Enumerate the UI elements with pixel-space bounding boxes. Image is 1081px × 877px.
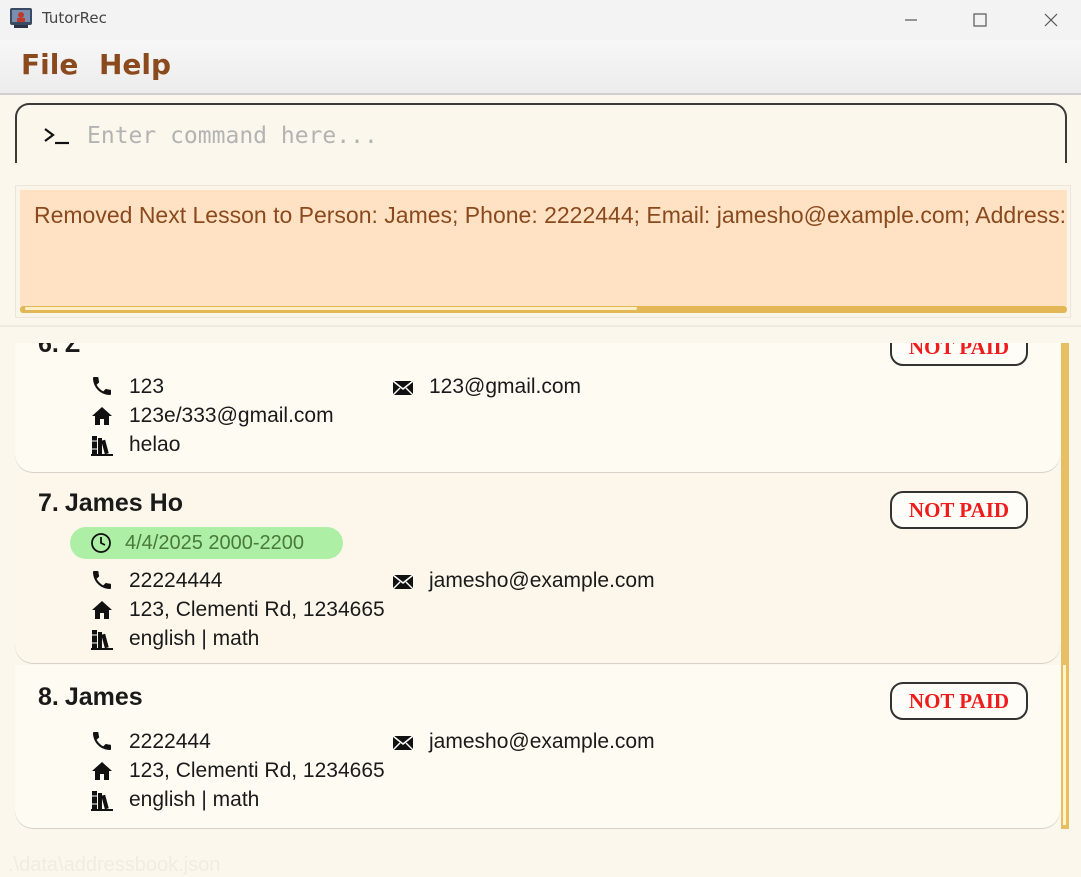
- person-phone: 22224444: [129, 569, 223, 592]
- person-subjects: english | math: [129, 788, 260, 811]
- command-box: [15, 103, 1067, 163]
- menu-help[interactable]: Help: [99, 48, 171, 81]
- books-icon: [91, 436, 113, 456]
- person-list: 6. Z NOT PAID 123 123@gmail.com 123e/333@…: [0, 343, 1081, 838]
- title-bar: TutorRec: [0, 0, 1081, 40]
- app-logo-icon: [10, 8, 32, 28]
- person-name: 7. James Ho: [38, 489, 183, 518]
- person-email: 123@gmail.com: [429, 375, 582, 398]
- person-address: 123e/333@gmail.com: [129, 404, 334, 427]
- person-email: jamesho@example.com: [429, 569, 655, 592]
- person-card[interactable]: 6. Z NOT PAID 123 123@gmail.com 123e/333@…: [15, 343, 1060, 472]
- person-index: 6.: [38, 343, 59, 358]
- next-lesson-text: 4/4/2025 2000-2200: [125, 532, 305, 554]
- person-name-text: Z: [64, 343, 81, 358]
- maximize-button[interactable]: [957, 6, 1003, 34]
- next-lesson-tag: 4/4/2025 2000-2200: [70, 527, 343, 559]
- person-index: 8.: [38, 683, 59, 711]
- email-icon: [392, 380, 414, 396]
- person-address: 123, Clementi Rd, 1234665: [129, 759, 385, 782]
- phone-icon: [93, 571, 111, 589]
- result-display[interactable]: Removed Next Lesson to Person: James; Ph…: [20, 190, 1067, 306]
- person-list-scrollbar-thumb[interactable]: [1063, 665, 1066, 825]
- person-index: 7.: [38, 489, 59, 517]
- close-icon: [1044, 13, 1058, 27]
- terminal-prompt-icon: [44, 128, 69, 145]
- person-list-scrollbar[interactable]: [1061, 343, 1069, 829]
- phone-icon: [93, 732, 111, 750]
- result-horizontal-scrollbar[interactable]: [20, 306, 1067, 313]
- clock-icon: [91, 533, 111, 553]
- payment-status-badge: NOT PAID: [890, 491, 1028, 529]
- result-message: Removed Next Lesson to Person: James; Ph…: [34, 202, 1067, 228]
- data-file-path: .\data\addressbook.json: [8, 854, 221, 876]
- command-area: [0, 95, 1081, 175]
- phone-icon: [93, 377, 111, 395]
- maximize-icon: [973, 13, 987, 27]
- person-name: 8. James: [38, 683, 143, 712]
- minimize-button[interactable]: [888, 6, 934, 34]
- home-icon: [92, 407, 112, 425]
- payment-status-badge: NOT PAID: [890, 682, 1028, 720]
- status-bar: .\data\addressbook.json: [0, 838, 1081, 877]
- menu-file[interactable]: File: [21, 48, 78, 81]
- person-email: jamesho@example.com: [429, 730, 655, 753]
- person-address: 123, Clementi Rd, 1234665: [129, 598, 385, 621]
- menu-bar: File Help: [0, 40, 1081, 95]
- person-name-text: James Ho: [64, 489, 183, 517]
- person-name: 6. Z: [38, 343, 80, 359]
- app-window: TutorRec File Help Enter command here...…: [0, 0, 1081, 877]
- person-card[interactable]: 7. James Ho NOT PAID 4/4/2025 2000-2200 2…: [15, 473, 1060, 663]
- command-input[interactable]: [85, 115, 1049, 157]
- person-subjects: helao: [129, 433, 181, 456]
- payment-status-badge: NOT PAID: [890, 343, 1028, 366]
- person-name-text: James: [64, 683, 143, 711]
- email-icon: [392, 574, 414, 590]
- person-subjects: english | math: [129, 627, 260, 650]
- email-icon: [392, 735, 414, 751]
- person-phone: 123: [129, 375, 165, 398]
- divider: [0, 325, 1081, 327]
- books-icon: [91, 630, 113, 650]
- person-card[interactable]: 8. James NOT PAID 2222444 jamesho@example…: [15, 665, 1060, 828]
- minimize-icon: [905, 19, 917, 21]
- close-button[interactable]: [1028, 6, 1074, 34]
- result-scrollbar-thumb[interactable]: [25, 307, 637, 310]
- window-title: TutorRec: [42, 9, 107, 27]
- home-icon: [92, 601, 112, 619]
- books-icon: [91, 791, 113, 811]
- home-icon: [92, 762, 112, 780]
- person-phone: 2222444: [129, 730, 211, 753]
